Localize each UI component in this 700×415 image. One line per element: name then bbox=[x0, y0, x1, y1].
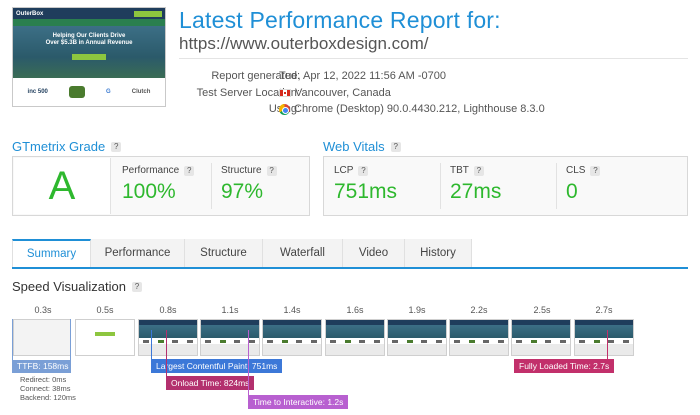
lcp-cell: LCP? 751ms bbox=[324, 157, 440, 215]
report-title: Latest Performance Report for: bbox=[179, 7, 501, 33]
generated-value: Tue, Apr 12, 2022 11:56 AM -0700 bbox=[279, 70, 446, 82]
thumb-hero: Helping Our Clients Drive Over $5.3B in … bbox=[13, 26, 165, 78]
thumb-hero-title-2: Over $5.3B in Annual Revenue bbox=[45, 40, 133, 46]
filmstrip-frame[interactable] bbox=[75, 319, 135, 356]
help-icon[interactable]: ? bbox=[111, 141, 122, 152]
timeline-tick: 2.2s bbox=[470, 305, 488, 315]
timeline-tick: 2.5s bbox=[533, 305, 551, 315]
cls-label: CLS? bbox=[566, 165, 686, 176]
ttfb-backend: Backend: 120ms bbox=[20, 393, 76, 402]
tti-marker-label: Time to Interactive: 1.2s bbox=[248, 395, 349, 409]
filmstrip-frame[interactable] bbox=[449, 319, 509, 356]
timeline-tick: 1.9s bbox=[408, 305, 426, 315]
timeline-tick: 0.8s bbox=[159, 305, 177, 315]
thumb-nav bbox=[13, 19, 165, 26]
tab-summary[interactable]: Summary bbox=[12, 239, 91, 267]
tab-video[interactable]: Video bbox=[343, 239, 405, 267]
tbt-value: 27ms bbox=[450, 180, 502, 203]
gtmetrix-grade-box: A Performance? 100% Structure? 97% bbox=[12, 156, 310, 216]
timeline-tick: 2.7s bbox=[595, 305, 613, 315]
lcp-label: LCP? bbox=[334, 165, 440, 176]
header-divider bbox=[179, 58, 688, 59]
help-icon[interactable]: ? bbox=[390, 141, 401, 152]
thumb-logo-google: G bbox=[106, 89, 111, 95]
using-value-text: Chrome (Desktop) 90.0.4430.212, Lighthou… bbox=[294, 103, 545, 115]
location-value: Vancouver, Canada bbox=[279, 87, 391, 99]
speed-visualization-title: Speed Visualization bbox=[12, 279, 126, 294]
lcp-value: 751ms bbox=[334, 180, 398, 203]
lcp-label-text: LCP bbox=[334, 165, 354, 176]
web-vitals-heading: Web Vitals ? bbox=[323, 139, 401, 154]
report-tabs: Summary Performance Structure Waterfall … bbox=[12, 239, 688, 269]
generated-value-text: Tue, Apr 12, 2022 11:56 AM -0700 bbox=[279, 70, 446, 82]
ttfb-connect: Connect: 38ms bbox=[20, 384, 71, 393]
thumb-cta-button bbox=[134, 10, 162, 17]
tab-structure[interactable]: Structure bbox=[185, 239, 263, 267]
help-icon[interactable]: ? bbox=[184, 165, 195, 176]
speed-visualization-heading: Speed Visualization ? bbox=[12, 279, 142, 294]
using-value: Chrome (Desktop) 90.0.4430.212, Lighthou… bbox=[279, 103, 545, 115]
web-vitals-title: Web Vitals bbox=[323, 139, 385, 154]
structure-value: 97% bbox=[221, 180, 264, 203]
canada-flag-icon bbox=[279, 89, 291, 97]
filmstrip-frame[interactable] bbox=[574, 319, 634, 356]
timeline-tick: 1.6s bbox=[346, 305, 364, 315]
cls-cell: CLS? 0 bbox=[556, 157, 686, 215]
report-page: OuterBox Helping Our Clients Drive Over … bbox=[0, 0, 700, 415]
thumb-hero-cta bbox=[72, 54, 106, 60]
tbt-cell: TBT? 27ms bbox=[440, 157, 556, 215]
tti-marker-line bbox=[248, 330, 249, 401]
filmstrip-frame[interactable] bbox=[511, 319, 571, 356]
filmstrip-frame[interactable] bbox=[325, 319, 385, 356]
performance-label: Performance? bbox=[122, 165, 210, 176]
gtmetrix-grade-title: GTmetrix Grade bbox=[12, 139, 106, 154]
site-screenshot-thumbnail: OuterBox Helping Our Clients Drive Over … bbox=[12, 7, 166, 107]
structure-label: Structure? bbox=[221, 165, 309, 176]
filmstrip-frame[interactable] bbox=[262, 319, 322, 356]
onload-marker-label: Onload Time: 824ms bbox=[166, 376, 255, 390]
thumb-logo-clutch: Clutch bbox=[131, 89, 151, 95]
thumb-hero-title-1: Helping Our Clients Drive bbox=[52, 33, 126, 39]
gtmetrix-grade-heading: GTmetrix Grade ? bbox=[12, 139, 122, 154]
cls-value: 0 bbox=[566, 180, 578, 203]
timeline-tick: 1.4s bbox=[283, 305, 301, 315]
timeline-tick: 0.5s bbox=[96, 305, 114, 315]
chrome-icon bbox=[279, 103, 290, 115]
help-icon[interactable]: ? bbox=[266, 165, 277, 176]
performance-value: 100% bbox=[122, 180, 176, 203]
thumb-logo: OuterBox bbox=[16, 10, 44, 17]
help-icon[interactable]: ? bbox=[590, 165, 601, 176]
tbt-label-text: TBT bbox=[450, 165, 469, 176]
grade-letter: A bbox=[14, 158, 111, 214]
lcp-marker-label: Largest Contentful Paint: 751ms bbox=[151, 359, 283, 373]
tbt-label: TBT? bbox=[450, 165, 556, 176]
location-value-text: Vancouver, Canada bbox=[295, 87, 391, 99]
ttfb-label: TTFB: 158ms bbox=[12, 360, 71, 373]
structure-label-text: Structure bbox=[221, 165, 262, 176]
report-url[interactable]: https://www.outerboxdesign.com/ bbox=[179, 34, 428, 54]
filmstrip-frame[interactable] bbox=[200, 319, 260, 356]
thumb-logo-inc: inc 500 bbox=[27, 89, 48, 95]
filmstrip-frame[interactable] bbox=[387, 319, 447, 356]
thumb-partner-logos: inc 500 G Clutch bbox=[13, 78, 165, 106]
fully-loaded-marker-label: Fully Loaded Time: 2.7s bbox=[514, 359, 615, 373]
tab-performance[interactable]: Performance bbox=[91, 239, 185, 267]
filmstrip-frame[interactable] bbox=[138, 319, 198, 356]
performance-label-text: Performance bbox=[122, 165, 180, 176]
structure-cell: Structure? 97% bbox=[211, 157, 309, 215]
timeline-tick: 1.1s bbox=[221, 305, 239, 315]
thumb-logo-badge bbox=[68, 86, 85, 98]
tab-history[interactable]: History bbox=[405, 239, 472, 267]
thumb-header: OuterBox bbox=[13, 8, 165, 19]
ttfb-redirect: Redirect: 0ms bbox=[20, 375, 67, 384]
cls-label-text: CLS bbox=[566, 165, 586, 176]
tab-waterfall[interactable]: Waterfall bbox=[263, 239, 343, 267]
help-icon[interactable]: ? bbox=[358, 165, 369, 176]
timeline-tick: 0.3s bbox=[34, 305, 52, 315]
performance-cell: Performance? 100% bbox=[112, 157, 210, 215]
web-vitals-box: LCP? 751ms TBT? 27ms CLS? 0 bbox=[323, 156, 688, 216]
help-icon[interactable]: ? bbox=[473, 165, 484, 176]
help-icon[interactable]: ? bbox=[131, 281, 142, 292]
